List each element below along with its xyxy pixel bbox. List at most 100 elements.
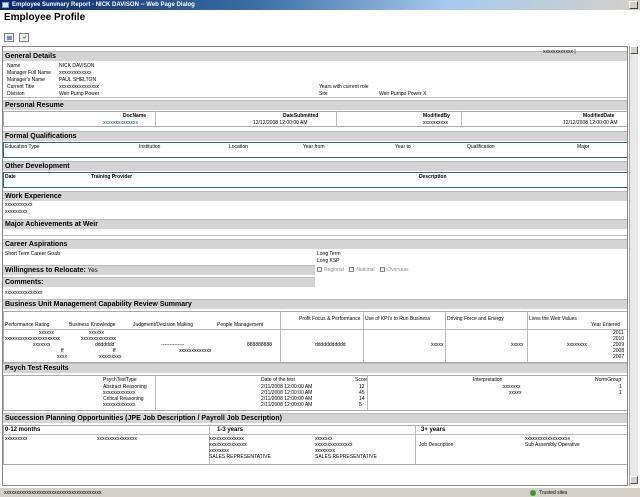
- cap-col-6: Driving Force and Energy: [447, 316, 504, 322]
- name-value: NICK DAVISON: [59, 63, 95, 69]
- achievements-divider: [3, 235, 627, 236]
- resume-col-date: DateSubmitted: [283, 113, 319, 119]
- qual-col-yearto: Year to: [395, 144, 411, 150]
- zone-label: Trusted sites: [539, 490, 568, 496]
- resume-modifiedby: xxxxxxxxxx: [423, 120, 448, 126]
- psych-col-date: Date of the test: [261, 377, 295, 383]
- manager-label: Manager's Name: [7, 77, 45, 83]
- succession-heading: Succession Planning Opportunities (JPE J…: [3, 413, 627, 423]
- psych-col-interp: Interpretation: [473, 377, 503, 383]
- cap-r4-c8: 2007: [613, 354, 625, 360]
- resume-heading: Personal Resume: [3, 100, 627, 110]
- psych-r3-type: xxxxxxxxxxxxx: [103, 402, 136, 408]
- cap-r2-c5: xxxxx: [431, 342, 444, 348]
- short-term-label: Short Term Career Goals: [5, 251, 61, 257]
- resume-vline-3: [461, 111, 462, 127]
- resume-col-modifiedby: ModifiedBy: [423, 113, 450, 119]
- cap-col-4: Profit Focus & Performance: [299, 316, 361, 322]
- development-heading: Other Development: [3, 161, 627, 171]
- close-button[interactable]: [629, 1, 638, 9]
- manager-full-value: xxxxxxxxxxxxx: [59, 70, 92, 76]
- zone-indicator: Trusted sites: [530, 488, 567, 497]
- export-icon: [22, 35, 26, 39]
- psych-col-type: PsychTestType: [103, 377, 137, 383]
- cap-r2-c1: ddddddd: [95, 342, 115, 348]
- succ-col1: 0-12 months: [5, 427, 41, 433]
- long-term-value: Long KSP: [317, 258, 340, 264]
- succ-col3: 3+ years: [421, 427, 446, 433]
- qualifications-heading: Formal Qualifications: [3, 131, 627, 141]
- globe-icon: [530, 489, 536, 496]
- national-checkbox[interactable]: [349, 267, 355, 273]
- cap-col-2: Judgment/Decision Making: [133, 322, 194, 328]
- resume-docname[interactable]: xxxxxxxxxxxxxx: [103, 120, 138, 126]
- qual-col-major: Major: [577, 144, 590, 150]
- window-title: Employee Summary Report - NICK DAVISON -…: [12, 2, 195, 8]
- dev-col-provider: Training Provider: [91, 174, 133, 180]
- vertical-scrollbar[interactable]: [629, 46, 638, 486]
- psych-col-norm: NormGroup: [595, 377, 622, 383]
- cap-r2-c7: xxxxxxxx: [567, 342, 587, 348]
- manager-value: PAUL SHELTON: [59, 77, 97, 83]
- resume-col-modifieddate: ModifiedDate: [583, 113, 615, 119]
- qual-col-type: Education Type: [5, 144, 40, 150]
- dev-col-description: Description: [419, 174, 447, 180]
- scroll-down-arrow[interactable]: [630, 476, 638, 484]
- psych-r1-norm: 1: [619, 390, 622, 396]
- succ-c3-l1: Sub Assembly Operative: [525, 442, 580, 448]
- cap-col-1: Business Knowledge: [69, 322, 116, 328]
- relocate-heading: Willingness to Relocate: Yes: [3, 265, 315, 275]
- overseas-checkbox[interactable]: [380, 267, 386, 273]
- regional-checkbox[interactable]: [317, 267, 322, 273]
- cap-r4-c1: xxxxxxxxx: [99, 354, 122, 360]
- cap-col-0: Performance Rating: [5, 322, 50, 328]
- resume-date: 12/12/2008 12:00:00 AM: [253, 120, 308, 126]
- qual-col-location: Location: [229, 144, 248, 150]
- general-heading: General Details: [3, 51, 627, 61]
- capability-heading: Business Unit Management Capability Revi…: [3, 299, 627, 309]
- window-titlebar: Employee Summary Report - NICK DAVISON -…: [0, 0, 640, 10]
- resume-modifieddate: 12/12/2008 12:00:00 AM: [563, 120, 618, 126]
- national-label: National: [356, 267, 375, 273]
- dev-col-date: Date: [5, 174, 16, 180]
- print-button[interactable]: [4, 33, 14, 42]
- resume-vline-2: [336, 111, 337, 127]
- report-content: General Details xxxxxxxxxxxx | Name NICK…: [2, 46, 628, 486]
- export-button[interactable]: [18, 33, 29, 42]
- cap-col-8: Year Entered: [591, 322, 621, 328]
- comments-heading: Comments:: [3, 277, 315, 287]
- overseas-label: Overseas: [387, 267, 409, 273]
- years-label: Years with current role: [319, 84, 369, 90]
- succ-c3-label: Job Description: [419, 442, 454, 448]
- cap-vline-2: [363, 311, 364, 363]
- psych-table: [3, 375, 627, 411]
- cap-r2-c4: ddddddddddd: [315, 342, 346, 348]
- cap-r2-c6: xxxxx: [511, 342, 524, 348]
- status-bar: xxxxxxxxxxxxxxxxxxxxxxxxxxxxxxxxxxxxxxx …: [0, 487, 640, 497]
- cap-col-3: People Management: [217, 322, 264, 328]
- psych-heading: Psych Test Results: [3, 363, 627, 373]
- succ-vline-2: [415, 425, 416, 465]
- achievements-heading: Major Achievements at Weir: [3, 219, 627, 229]
- qual-col-institution: Institution: [139, 144, 161, 150]
- general-top-right: xxxxxxxxxxxx |: [543, 49, 576, 55]
- resume-col-docname: DocName: [123, 113, 147, 119]
- scroll-up-arrow[interactable]: [630, 46, 638, 54]
- comments-value: xxxxxxxxxxxxxxx: [5, 290, 43, 296]
- cap-col-7: Lives the Weir Values: [529, 316, 577, 322]
- succ-header-divider: [3, 434, 627, 435]
- cap-col-5: Use of KPI's to Run Business: [365, 316, 431, 322]
- psych-vline-2: [367, 375, 368, 411]
- cap-r3-c2: xxxxxxxxxxxxx: [179, 348, 212, 354]
- psych-r1-interp: xxxxx: [509, 390, 522, 396]
- toolbar: [4, 33, 32, 43]
- resume-vline-1: [155, 111, 156, 127]
- cap-vline-4: [527, 311, 528, 363]
- experience-line-1: xxxxxxxxxxx: [5, 202, 33, 208]
- experience-heading: Work Experience: [3, 191, 627, 201]
- qual-col-yearfrom: Year from: [303, 144, 325, 150]
- page-title: Employee Profile: [4, 12, 86, 23]
- succ-col2: 1-3 years: [217, 427, 244, 433]
- experience-line-2: xxxxxxxxx: [5, 209, 28, 215]
- succ-c2b-l3: SALES REPRESENTATIVE: [315, 454, 377, 460]
